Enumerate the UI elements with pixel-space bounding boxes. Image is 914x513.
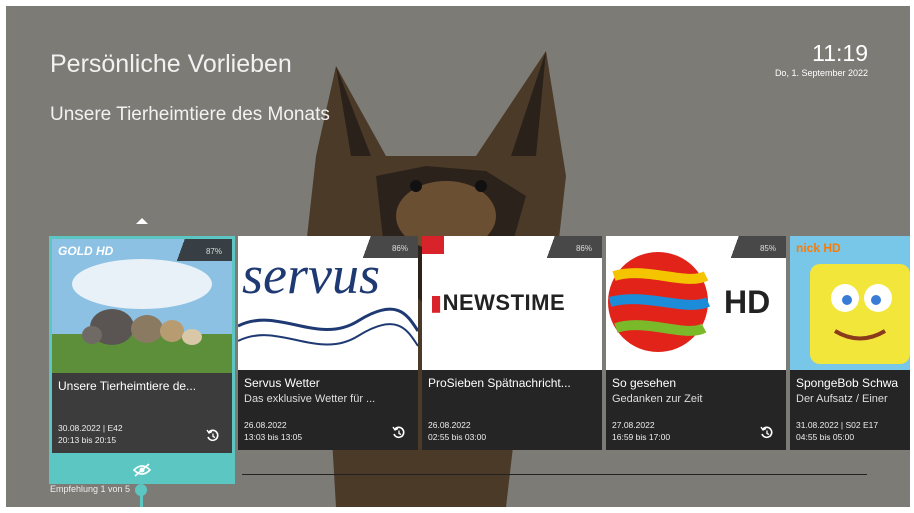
percent-tag-bg (726, 236, 786, 258)
spongebob-thumbnail-image (790, 236, 910, 370)
scroll-up-arrow-icon[interactable] (136, 218, 148, 224)
card-date: 26.08.2022 (428, 420, 471, 430)
red-logo-block (422, 236, 444, 254)
match-percent: 86% (575, 244, 592, 253)
card-title: Unsere Tierheimtiere de... (58, 379, 197, 393)
percent-tag-bg (542, 236, 602, 258)
channel-logo: GOLD HD (58, 244, 114, 258)
recommendation-counter: Empfehlung 1 von 5 (50, 484, 131, 494)
clock-date: Do, 1. September 2022 (774, 68, 868, 78)
match-percent: 87% (205, 247, 222, 256)
card-time: 04:55 bis 05:00 (796, 432, 855, 442)
recommendation-card-4[interactable]: HD 85% So gesehen Gedanken zur Zeit 27.0… (606, 236, 786, 450)
percent-tag-bg (172, 239, 232, 261)
row-title: Unsere Tierheimtiere des Monats (50, 104, 330, 125)
eye-off-icon (133, 463, 151, 477)
match-percent: 85% (759, 244, 776, 253)
row-progress-track (242, 474, 867, 475)
card-time: 13:03 bis 13:05 (244, 432, 303, 442)
card-time: 16:59 bis 17:00 (612, 432, 671, 442)
card-title: So gesehen (612, 376, 677, 390)
replay-icon (760, 426, 773, 439)
card-thumbnail: servus 86% (238, 236, 418, 370)
recommendation-card-3[interactable]: ▮NEWSTIME 86% ProSieben Spätnachricht...… (422, 236, 602, 450)
tv-screen: Persönliche Vorlieben Unsere Tierheimtie… (6, 6, 910, 507)
card-subtitle: Das exklusive Wetter für ... (244, 393, 376, 405)
recommendation-card-1[interactable]: 87% GOLD HD Unsere Tierheimtiere de... 3… (49, 236, 235, 456)
card-thumbnail: HD 85% (606, 236, 786, 370)
card-date: 27.08.2022 (612, 420, 655, 430)
card-thumbnail: ▮NEWSTIME 86% (422, 236, 602, 370)
card-title: ProSieben Spätnachricht... (428, 376, 571, 390)
channel-logo: nick HD (796, 241, 841, 255)
newstime-text: NEWSTIME (442, 290, 566, 315)
card-title: Servus Wetter (244, 376, 320, 390)
card-subtitle: Gedanken zur Zeit (612, 393, 703, 405)
replay-icon (392, 426, 405, 439)
newstime-logo: ▮NEWSTIME (430, 290, 566, 315)
card-date: 30.08.2022 | E42 (58, 423, 123, 433)
replay-icon (206, 429, 219, 442)
hide-recommendation-button[interactable] (49, 456, 235, 484)
percent-tag-bg (358, 236, 418, 258)
clock-time: 11:19 (812, 40, 868, 66)
recommendation-card-5[interactable]: nick HD SpongeBob Schwa Der Aufsatz / Ei… (790, 236, 910, 450)
card-time: 02:55 bis 03:00 (428, 432, 487, 442)
page-title: Persönliche Vorlieben (50, 50, 292, 78)
card-thumbnail: nick HD (790, 236, 910, 370)
recommendation-card-2[interactable]: servus 86% Servus Wetter Das exklusive W… (238, 236, 418, 450)
card-title: SpongeBob Schwa (796, 376, 899, 390)
card-time: 20:13 bis 20:15 (58, 435, 117, 445)
hd-label: HD (724, 284, 771, 320)
card-date: 31.08.2022 | S02 E17 (796, 420, 879, 430)
card-subtitle: Der Aufsatz / Einer (796, 393, 888, 405)
card-date: 26.08.2022 (244, 420, 287, 430)
focus-indicator-stem (140, 494, 143, 507)
match-percent: 86% (391, 244, 408, 253)
card-thumbnail: 87% GOLD HD (52, 239, 232, 373)
